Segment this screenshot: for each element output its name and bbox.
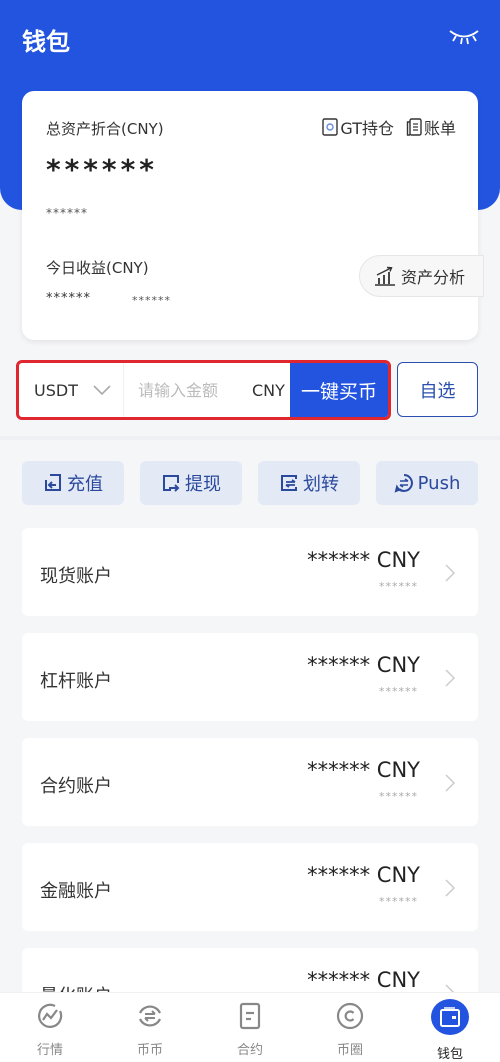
today-earnings-label: 今日收益(CNY) [46,259,149,277]
quick-buy-bar: USDT CNY 一键买币 [16,360,391,420]
withdraw-label: 提现 [185,474,221,495]
today-earnings-value: ****** [46,291,91,306]
account-value: ****** CNY [307,968,420,992]
asset-summary-card: 总资产折合(CNY) GT持仓 账单 ****** ****** 今日收益(CN… [22,91,484,340]
deposit-icon [45,474,61,491]
bill-icon [406,118,422,136]
section-divider [0,436,500,440]
tab-exchange[interactable]: 币币 [100,993,200,1062]
watchlist-button[interactable]: 自选 [397,362,478,417]
account-value: ****** CNY [307,548,420,572]
page-title: 钱包 [22,28,70,56]
account-list: 现货账户 ****** CNY ****** 杠杆账户 ****** CNY *… [22,528,478,1053]
gt-holdings-icon [322,118,339,136]
chevron-right-icon [445,564,456,582]
bottom-tab-bar: 行情 币币 合约 币圈 钱包 [0,992,500,1062]
account-name: 现货账户 [40,566,112,587]
quick-actions: 充值 提现 划转 Push [22,461,478,505]
tab-community[interactable]: 币圈 [300,993,400,1062]
contract-icon [239,1002,261,1030]
total-assets-sub-value: ****** [46,206,88,220]
transfer-button[interactable]: 划转 [258,461,360,505]
account-sub-value: ****** [379,790,418,803]
tab-label: 行情 [36,1043,63,1058]
push-icon [394,474,413,493]
eye-closed-icon[interactable] [448,26,480,46]
deposit-label: 充值 [67,474,103,495]
market-icon [38,1003,63,1028]
tab-label: 合约 [236,1043,263,1058]
account-name: 合约账户 [40,776,112,797]
transfer-icon [281,475,297,491]
chevron-right-icon [445,879,456,897]
total-assets-label: 总资产折合(CNY) [46,120,164,138]
community-icon [336,1002,364,1030]
currency-label: CNY [252,380,285,400]
coin-select[interactable]: USDT [19,363,124,417]
account-name: 杠杆账户 [40,671,112,692]
account-row-margin[interactable]: 杠杆账户 ****** CNY ****** [22,633,478,721]
exchange-icon [139,1005,161,1027]
gt-holdings-label: GT持仓 [340,119,394,138]
amount-input[interactable] [138,380,238,400]
bill-label: 账单 [423,119,456,138]
asset-analysis-button[interactable]: 资产分析 [359,255,484,297]
wallet-icon-badge [431,999,469,1035]
withdraw-icon [163,475,180,492]
tab-label: 钱包 [436,1047,463,1062]
account-sub-value: ****** [379,580,418,593]
chevron-right-icon [445,774,456,792]
tab-contract[interactable]: 合约 [200,993,300,1062]
account-sub-value: ****** [379,895,418,908]
account-sub-value: ****** [379,685,418,698]
bar-chart-trend-icon [375,266,395,286]
bill-button[interactable]: 账单 [406,115,456,139]
account-value: ****** CNY [307,653,420,677]
account-value: ****** CNY [307,758,420,782]
account-row-spot[interactable]: 现货账户 ****** CNY ****** [22,528,478,616]
chevron-right-icon [445,669,456,687]
tab-market[interactable]: 行情 [0,993,100,1062]
wallet-icon [440,1007,460,1027]
withdraw-button[interactable]: 提现 [140,461,242,505]
tab-label: 币圈 [336,1043,363,1058]
chevron-down-icon [93,385,111,396]
total-assets-value: ****** [46,153,158,186]
push-button[interactable]: Push [376,461,478,505]
account-name: 金融账户 [40,881,112,902]
account-value: ****** CNY [307,863,420,887]
account-row-futures[interactable]: 合约账户 ****** CNY ****** [22,738,478,826]
account-row-finance[interactable]: 金融账户 ****** CNY ****** [22,843,478,931]
asset-analysis-label: 资产分析 [401,268,466,287]
coin-select-value: USDT [34,380,78,400]
push-label: Push [417,472,461,494]
tab-wallet[interactable]: 钱包 [400,993,500,1062]
deposit-button[interactable]: 充值 [22,461,124,505]
gt-holdings-button[interactable]: GT持仓 [322,115,394,139]
one-click-buy-button[interactable]: 一键买币 [290,363,388,417]
tab-label: 币币 [136,1043,163,1058]
transfer-label: 划转 [303,474,339,495]
today-earnings-rate: ****** [132,294,171,307]
